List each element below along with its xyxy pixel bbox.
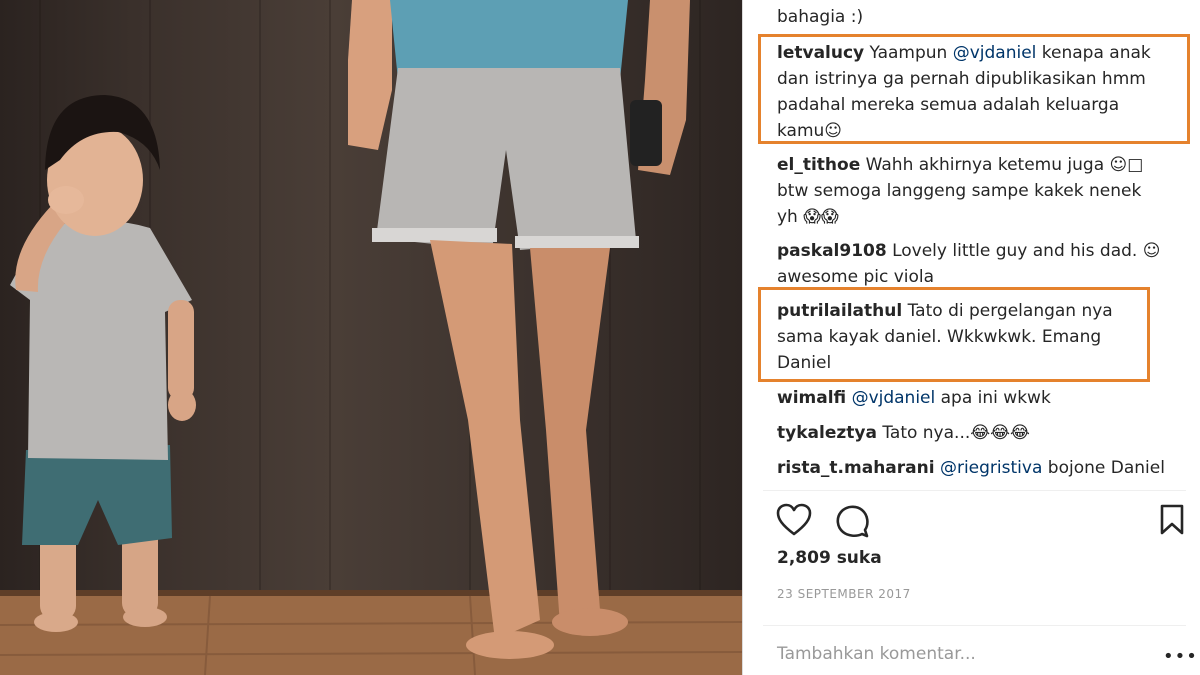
add-comment-input[interactable]: Tambahkan komentar... [777, 644, 976, 664]
comment-text: yh 😱😱 [777, 207, 839, 227]
like-count[interactable]: 2,809 suka [777, 548, 882, 568]
heart-icon[interactable] [776, 503, 812, 537]
comment-text: btw semoga langgeng sampe kakek nenek [777, 181, 1142, 201]
comment-username[interactable]: rista_t.maharani [777, 458, 935, 478]
comment-text: Lovely little guy and his dad. ☺ [886, 241, 1161, 261]
comment-first-line: paskal9108 Lovely little guy and his dad… [777, 238, 1160, 264]
bookmark-icon[interactable] [1159, 504, 1185, 536]
mention-link[interactable]: @riegristiva [940, 458, 1042, 478]
comment-username[interactable]: paskal9108 [777, 241, 887, 261]
divider-line [763, 625, 1186, 626]
comment-first-line: wimalfi @vjdaniel apa ini wkwk [777, 385, 1051, 411]
comment-continuation: bahagia :) [777, 7, 864, 27]
comment-text: Tato nya...😂😂😂 [876, 423, 1030, 443]
comment-first-line: tykaleztya Tato nya...😂😂😂 [777, 420, 1030, 446]
comment-username[interactable]: wimalfi [777, 388, 846, 408]
comments-panel: bahagia :) letvalucy Yaampun @vjdaniel k… [743, 0, 1200, 675]
comment-first-line: rista_t.maharani @riegristiva bojone Dan… [777, 455, 1165, 481]
comment-username[interactable]: el_tithoe [777, 155, 860, 175]
more-options-button[interactable]: ••• [1163, 646, 1198, 667]
comment-text: apa ini wkwk [935, 388, 1051, 408]
comment-text: bojone Daniel [1042, 458, 1165, 478]
highlight-box [758, 287, 1150, 382]
divider-line [763, 490, 1186, 491]
photo-illustration [0, 0, 742, 675]
speech-bubble-icon[interactable] [834, 503, 870, 539]
comment-username[interactable]: tykaleztya [777, 423, 877, 443]
comment-first-line: el_tithoe Wahh akhirnya ketemu juga ☺□ [777, 152, 1143, 178]
mention-link[interactable]: @vjdaniel [852, 388, 936, 408]
post-date: 23 SEPTEMBER 2017 [777, 587, 911, 601]
post-photo [0, 0, 742, 675]
highlight-box [758, 34, 1190, 144]
comment-text: Wahh akhirnya ketemu juga ☺□ [860, 155, 1144, 175]
